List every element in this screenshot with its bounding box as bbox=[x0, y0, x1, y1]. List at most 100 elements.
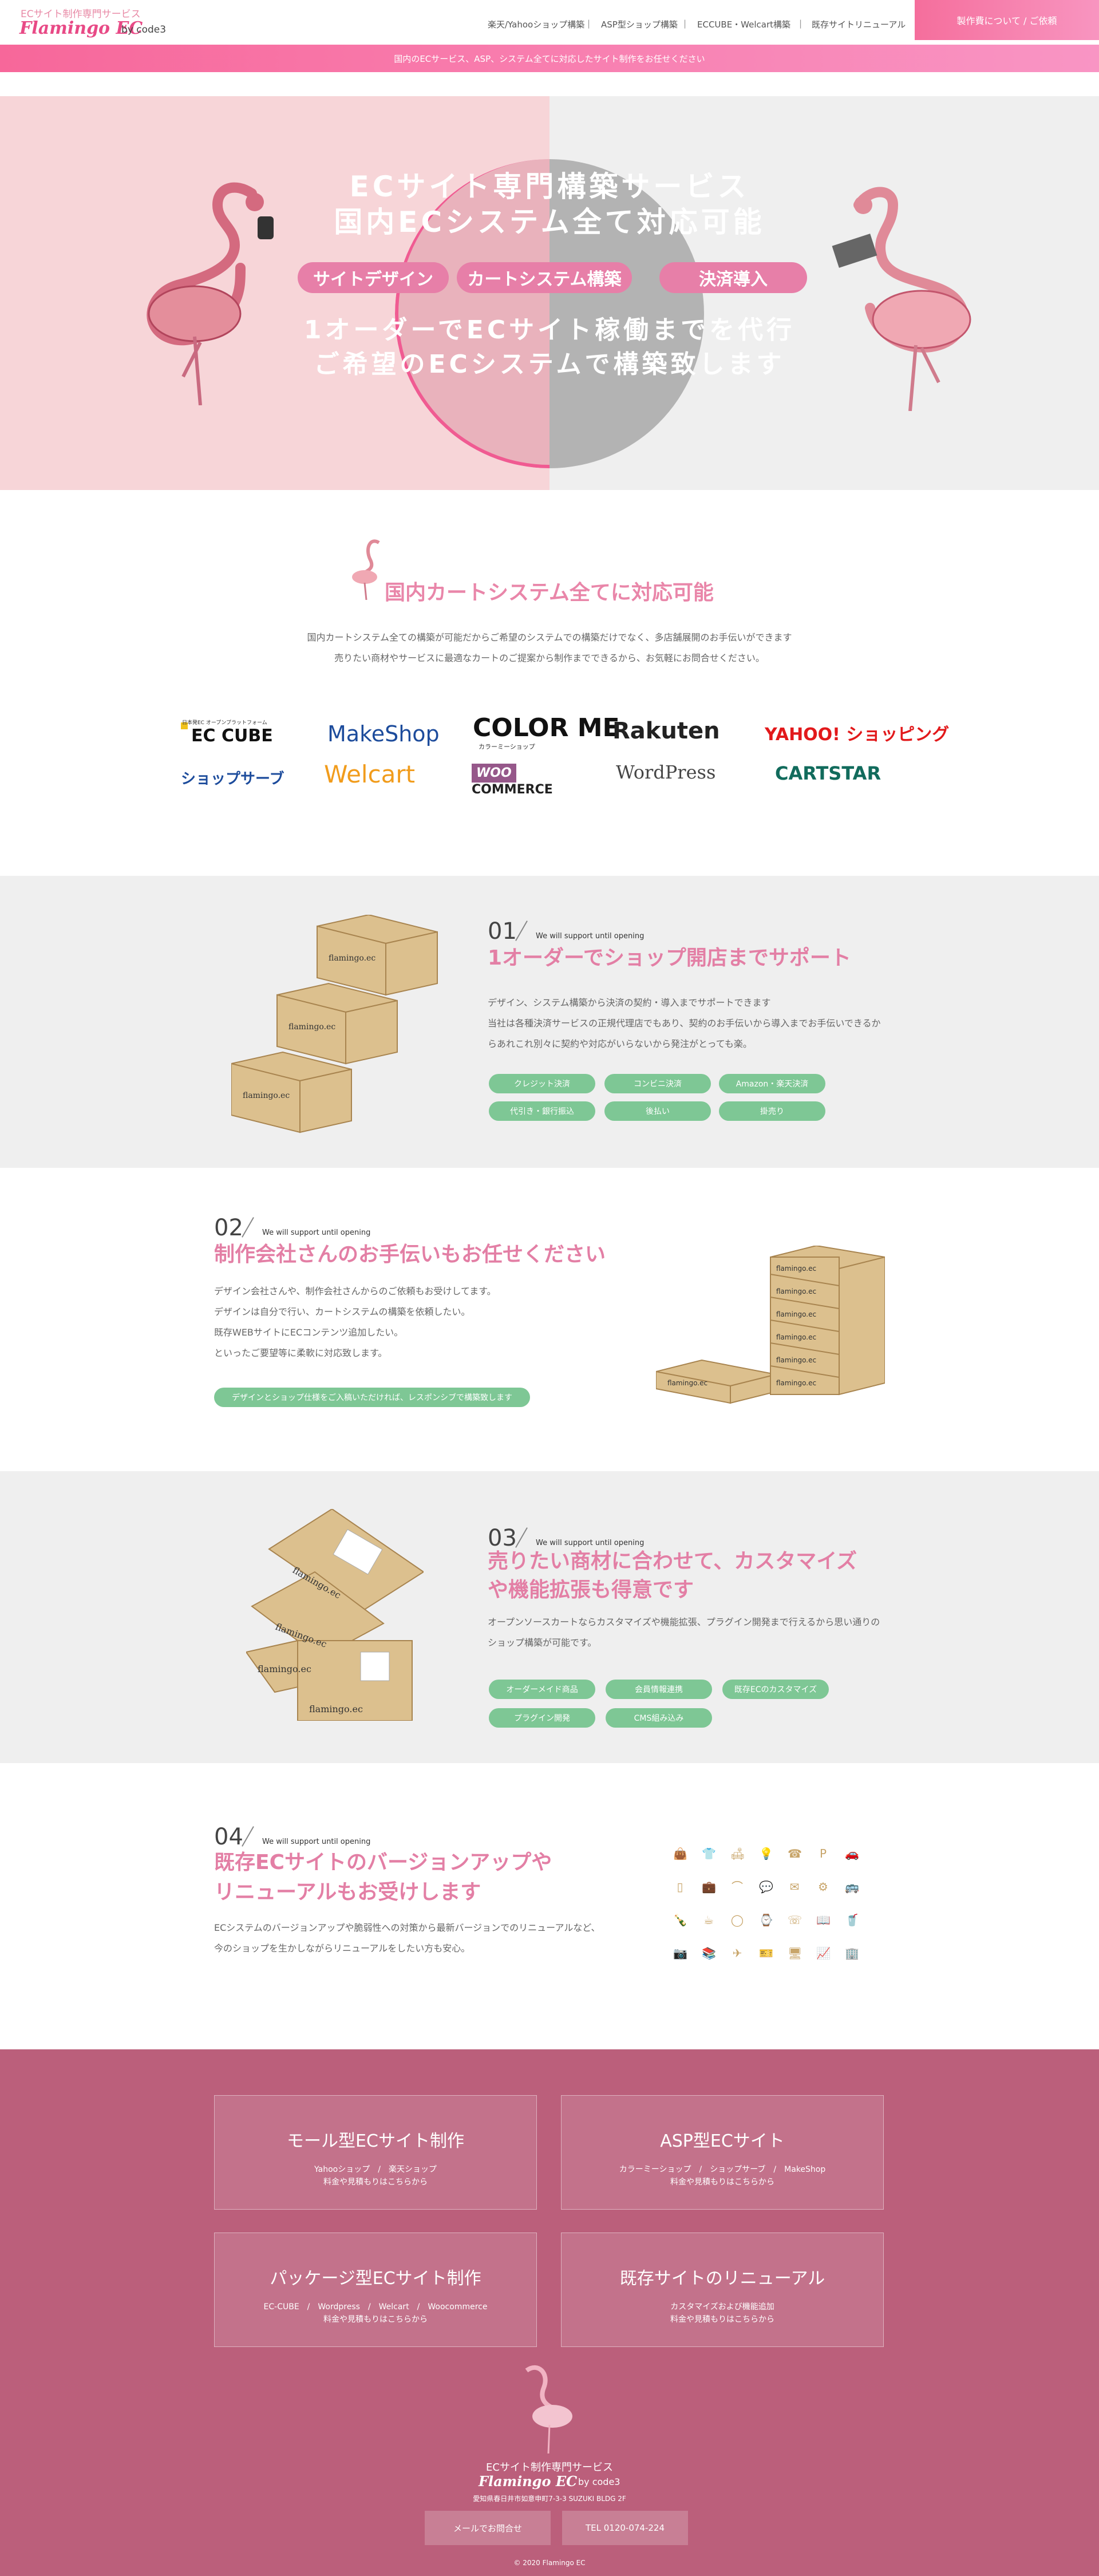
feature-01-text-1: デザイン、システム構築から決済の契約・導入までサポートできます bbox=[488, 997, 771, 1008]
contact-cta-button[interactable]: 製作費について / ご依頼 bbox=[915, 0, 1099, 40]
hero-headline-4: ご希望のECシステムで構築致します bbox=[314, 350, 785, 379]
gear-icon: ⚙ bbox=[818, 1880, 828, 1894]
stacked-boxes-illustration: flamingo.ec flamingo.ec flamingo.ec bbox=[231, 915, 438, 1133]
svg-text:flamingo.ec: flamingo.ec bbox=[243, 1091, 290, 1100]
service-box-title: モール型ECサイト制作 bbox=[287, 2131, 464, 2151]
hero-pill-cart: カートシステム構築 bbox=[457, 262, 632, 293]
tel-contact-button[interactable]: TEL 0120-074-224 bbox=[562, 2511, 688, 2545]
tag-convenience: コンビニ決済 bbox=[604, 1074, 711, 1093]
hero-pill-payment: 決済導入 bbox=[659, 262, 807, 293]
cart-section-title: 国内カートシステム全てに対応可能 bbox=[385, 581, 714, 605]
service-box-renewal[interactable]: 既存サイトのリニューアル カスタマイズおよび機能追加 料金や見積もりはこちらから bbox=[561, 2233, 884, 2347]
camera-icon: 📷 bbox=[673, 1946, 687, 1960]
feature-04-text-1: ECシステムのバージョンアップや脆弱性への対策から最新バージョンでのリニューアル… bbox=[214, 1922, 600, 1933]
logo-rakuten: Rakuten bbox=[612, 718, 720, 744]
service-box-package[interactable]: パッケージ型ECサイト制作 EC-CUBE / Wordpress / Welc… bbox=[214, 2233, 537, 2347]
nav-renewal[interactable]: 既存サイトリニューアル bbox=[812, 18, 906, 30]
feature-02-number: 02 bbox=[214, 1215, 243, 1241]
feature-04-subtitle: We will support until opening bbox=[262, 1838, 371, 1846]
feature-03-title-1: 売りたい商材に合わせて、カスタマイズ bbox=[488, 1550, 857, 1573]
bus-icon: 🚌 bbox=[845, 1880, 859, 1894]
logo-welcart: Welcart bbox=[324, 760, 416, 788]
books-icon: 📚 bbox=[702, 1946, 716, 1960]
service-box-link: 料金や見積もりはこちらから bbox=[670, 2178, 774, 2187]
service-box-mall[interactable]: モール型ECサイト制作 Yahooショップ / 楽天ショップ 料金や見積もりはこ… bbox=[214, 2095, 537, 2210]
service-box-asp[interactable]: ASP型ECサイト カラーミーショップ / ショップサーブ / MakeShop… bbox=[561, 2095, 884, 2210]
drink-icon: 🥤 bbox=[845, 1913, 859, 1927]
shirt-icon: 👕 bbox=[702, 1847, 716, 1860]
site-footer: モール型ECサイト制作 Yahooショップ / 楽天ショップ 料金や見積もりはこ… bbox=[0, 2049, 1099, 2576]
parcels-illustration: flamingo.ec flamingo.ec flamingo.ec flam… bbox=[246, 1509, 424, 1721]
feature-03-text-1: オープンソースカートならカスタマイズや機能拡張、プラグイン開発まで行えるから思い… bbox=[488, 1617, 880, 1627]
phone-icon: ☎ bbox=[788, 1847, 802, 1860]
notice-bar: 国内のECサービス、ASP、システム全てに対応したサイト制作をお任せください bbox=[0, 45, 1099, 72]
ec-icons-grid: 👜 👕 🛋 💡 ☎ P 🚗 ▯ 💼 ⌒ 💬 ✉ ⚙ 🚌 🍾 ☕ ◯ ⌚ ☏ 📖 🥤 📷 📚 ✈ 🎫 🖥 📈 🏢 bbox=[673, 1847, 862, 1974]
service-box-list: EC-CUBE / Wordpress / Welcart / Woocomme… bbox=[263, 2302, 488, 2312]
site-header: ECサイト制作専門サービス Flamingo EC by code3 楽天/Ya… bbox=[0, 0, 1099, 45]
tag-credit-sale: 掛売り bbox=[719, 1101, 825, 1121]
logo-cartstar: CARTSTAR bbox=[775, 762, 881, 784]
nav-eccube-welcart[interactable]: ECCUBE・Welcart構築 bbox=[697, 18, 790, 30]
ring-icon: ◯ bbox=[730, 1913, 744, 1927]
watch-icon: ⌚ bbox=[759, 1913, 773, 1927]
feature-02-text-2: デザインは自分で行い、カートシステムの構築を依頼したい。 bbox=[214, 1306, 471, 1317]
svg-text:flamingo.ec: flamingo.ec bbox=[776, 1379, 816, 1387]
feature-02-text-3: 既存WEBサイトにECコンテンツ追加したい。 bbox=[214, 1327, 404, 1338]
svg-text:flamingo.ec: flamingo.ec bbox=[776, 1356, 816, 1364]
footer-service: ECサイト制作専門サービス bbox=[486, 2462, 613, 2474]
footer-logo-by: by code3 bbox=[578, 2476, 620, 2487]
feature-04-text-2: 今のショップを生かしながらリニューアルをしたい方も安心。 bbox=[214, 1943, 471, 1954]
service-box-title: ASP型ECサイト bbox=[660, 2131, 785, 2151]
service-box-link: 料金や見積もりはこちらから bbox=[670, 2315, 774, 2324]
feature-01-subtitle: We will support until opening bbox=[536, 932, 645, 941]
eccube-note: 日本発EC オープンプラットフォーム bbox=[182, 720, 267, 726]
cart-desc-2: 売りたい商材やサービスに最適なカートのご提案から制作までできるから、お気軽にお問… bbox=[334, 653, 765, 663]
car-icon: 🚗 bbox=[845, 1847, 859, 1860]
nav-rakuten-yahoo[interactable]: 楽天/Yahooショップ構築 bbox=[488, 18, 584, 30]
nav-separator: | bbox=[683, 18, 687, 29]
nav-separator: | bbox=[587, 18, 591, 29]
service-box-title: パッケージ型ECサイト制作 bbox=[270, 2269, 481, 2289]
number-slash bbox=[242, 1826, 254, 1847]
feature-01-title: 1オーダーでショップ開店までサポート bbox=[488, 946, 851, 970]
svg-text:flamingo.ec: flamingo.ec bbox=[329, 954, 375, 963]
chat-icon: 💬 bbox=[759, 1880, 773, 1894]
logo-woocommerce: WOOCOMMERCE bbox=[472, 764, 588, 797]
footer-address: 愛知県春日井市如意申町7-3-3 SUZUKI BLDG 2F bbox=[473, 2495, 626, 2503]
service-box-list: カスタマイズおよび機能追加 bbox=[670, 2302, 774, 2312]
feature-02-text-1: デザイン会社さんや、制作会社さんからのご依頼もお受けしてます。 bbox=[214, 1286, 496, 1297]
logo-makeshop: MakeShop bbox=[327, 721, 440, 746]
logo-wordpress: WordPress bbox=[616, 761, 716, 783]
number-slash bbox=[242, 1217, 254, 1238]
footer-flamingo-illustration bbox=[525, 2365, 572, 2453]
feature-03-subtitle: We will support until opening bbox=[536, 1539, 645, 1547]
feature-04-title-1: 既存ECサイトのバージョンアップや bbox=[214, 1851, 552, 1874]
feature-01-text-3: らあれこれ別々に契約や対応がいらないから発注がとっても楽。 bbox=[488, 1038, 752, 1049]
copyright: © 2020 Flamingo EC bbox=[513, 2559, 586, 2567]
flamingo-small-icon bbox=[352, 539, 380, 600]
feature-04-title-2: リニューアルもお受けします bbox=[214, 1880, 481, 1904]
briefcase-icon: 💼 bbox=[702, 1880, 716, 1894]
nav-separator: | bbox=[799, 18, 802, 29]
feature-01-text-2: 当社は各種決済サービスの正規代理店でもあり、契約のお手伝いから導入までお手伝いで… bbox=[488, 1018, 881, 1029]
feature-02-title: 制作会社さんのお手伝いもお任せください bbox=[214, 1243, 606, 1266]
flat-boxes-illustration: flamingo.ec flamingo.ec flamingo.ec flam… bbox=[656, 1246, 885, 1404]
feature-04-number: 04 bbox=[214, 1824, 243, 1850]
svg-text:flamingo.ec: flamingo.ec bbox=[288, 1022, 335, 1032]
mail-contact-button[interactable]: メールでお問合せ bbox=[425, 2511, 551, 2545]
colorme-note: カラーミーショップ bbox=[479, 743, 535, 750]
svg-text:flamingo.ec: flamingo.ec bbox=[776, 1265, 816, 1273]
feature-02-subtitle: We will support until opening bbox=[262, 1228, 371, 1237]
building-icon: 🏢 bbox=[845, 1946, 859, 1960]
tablet-icon: ▯ bbox=[677, 1880, 683, 1894]
service-box-link: 料金や見積もりはこちらから bbox=[323, 2315, 428, 2324]
feature-01-number: 01 bbox=[488, 918, 517, 945]
logo-shopserve: ショップサーブ bbox=[181, 771, 284, 788]
tag-credit: クレジット決済 bbox=[489, 1074, 595, 1093]
nav-asp[interactable]: ASP型ショップ構築 bbox=[601, 18, 678, 30]
hero-pill-design: サイトデザイン bbox=[298, 262, 449, 293]
logo-colorme: COLOR ME bbox=[473, 713, 620, 742]
monitor-icon: 🖥 bbox=[788, 1946, 802, 1960]
footer-logo[interactable]: Flamingo EC bbox=[479, 2473, 577, 2490]
svg-text:flamingo.ec: flamingo.ec bbox=[776, 1310, 816, 1318]
